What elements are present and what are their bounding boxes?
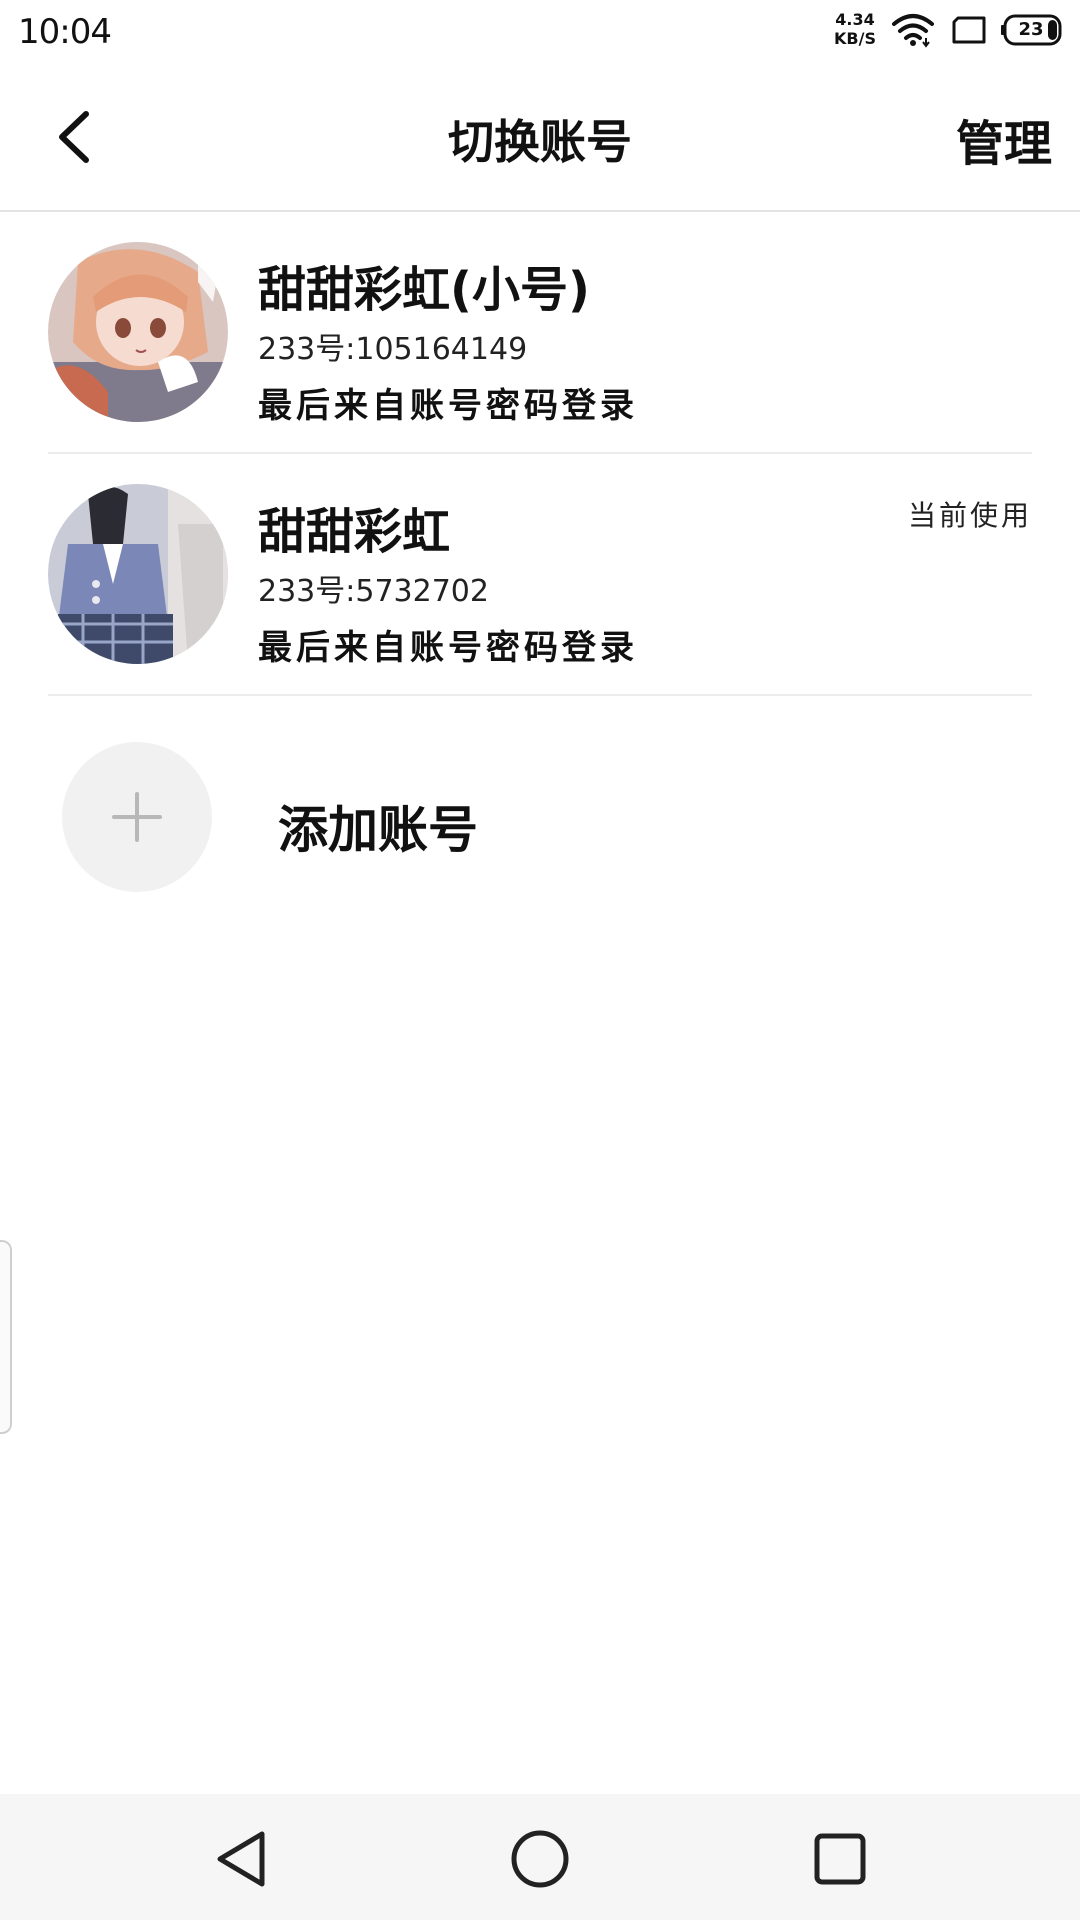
- floating-side-handle[interactable]: [0, 1240, 12, 1434]
- account-id: 233号:5732702: [258, 574, 489, 609]
- add-account-button[interactable]: 添加账号: [48, 732, 1032, 902]
- network-speed: 4.34 KB/S: [832, 12, 878, 47]
- account-row-current[interactable]: 甜甜彩虹 233号:5732702 最后来自账号密码登录 当前使用: [48, 454, 1032, 696]
- sim-card-icon: [952, 16, 986, 44]
- account-name: 甜甜彩虹(小号): [258, 262, 590, 318]
- account-name: 甜甜彩虹: [258, 504, 451, 560]
- battery-level: 23: [1018, 19, 1044, 40]
- status-time: 10:04: [18, 12, 112, 52]
- account-id: 233号:105164149: [258, 332, 528, 367]
- header-bar: 切换账号 管理: [0, 66, 1080, 212]
- account-login-method: 最后来自账号密码登录: [258, 628, 638, 668]
- avatar: [48, 242, 228, 422]
- system-navigation-bar: [0, 1794, 1080, 1920]
- wifi-icon: [892, 14, 934, 48]
- page-title: 切换账号: [448, 115, 632, 169]
- add-account-label: 添加账号: [278, 801, 478, 859]
- network-speed-unit: KB/S: [834, 29, 876, 48]
- back-triangle-icon[interactable]: [206, 1824, 276, 1894]
- recents-square-icon[interactable]: [805, 1824, 875, 1894]
- status-bar: 10:04 4.34 KB/S 23: [0, 0, 1080, 66]
- uniform-avatar-image: [48, 484, 228, 664]
- add-account-circle: [62, 742, 212, 892]
- account-row-secondary[interactable]: 甜甜彩虹(小号) 233号:105164149 最后来自账号密码登录: [48, 212, 1032, 454]
- plus-icon: [112, 792, 162, 842]
- current-account-badge: 当前使用: [907, 499, 1032, 532]
- manage-button[interactable]: 管理: [956, 104, 1052, 174]
- network-speed-value: 4.34: [835, 10, 875, 29]
- home-circle-icon[interactable]: [505, 1824, 575, 1894]
- account-login-method: 最后来自账号密码登录: [258, 386, 638, 426]
- avatar: [48, 484, 228, 664]
- screen: 10:04 4.34 KB/S 23 切换账号 管理 甜甜彩虹(小号) 233号…: [0, 0, 1080, 1920]
- anime-avatar-image: [48, 242, 228, 422]
